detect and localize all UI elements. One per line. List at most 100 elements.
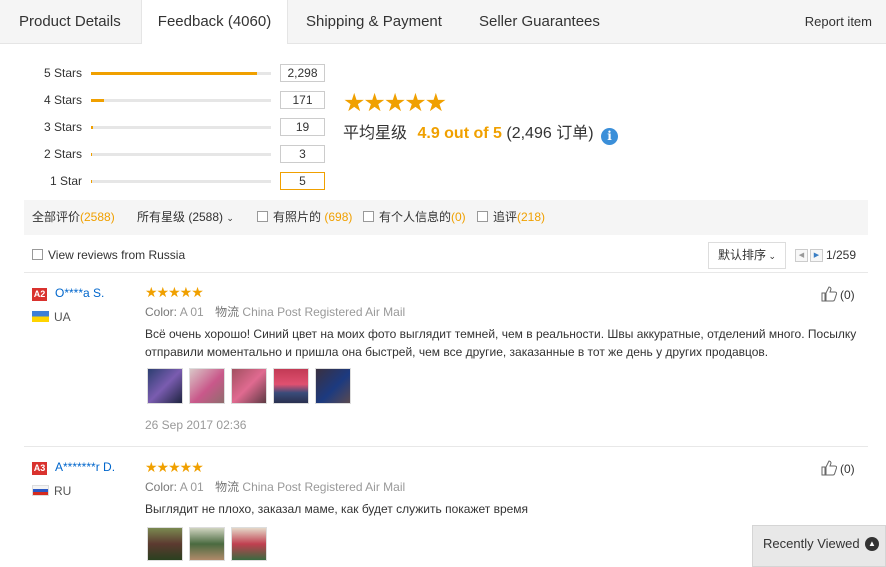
russia-filter[interactable]: View reviews from Russia [32, 247, 185, 263]
rating-summary: 平均星级 4.9 out of 5 (2,496 订单) i [343, 124, 618, 145]
summary-prefix: 平均星级 [343, 125, 408, 142]
filter-photos-count: (698) [324, 210, 353, 224]
chevron-up-icon[interactable]: ▲ [865, 537, 879, 551]
tab-seller-guarantees[interactable]: Seller Guarantees [479, 0, 600, 43]
reviewer-name[interactable]: A*******r D. [55, 459, 115, 475]
logistics-value: China Post Registered Air Mail [242, 480, 406, 494]
histogram-count: 2,298 [280, 64, 325, 82]
divider [24, 446, 868, 447]
review-photo[interactable] [189, 527, 225, 561]
color-label: Color: [145, 305, 178, 319]
sort-select[interactable]: 默认排序 ⌄ [708, 242, 786, 269]
reviewer-country: RU [54, 484, 72, 498]
histogram-bar [91, 180, 271, 183]
review-text: Всё очень хорошо! Синий цвет на моих фот… [145, 327, 857, 359]
chevron-down-icon: ⌄ [226, 213, 234, 223]
review-photo[interactable] [231, 368, 267, 404]
filter-followup[interactable]: 追评(218) [477, 200, 545, 235]
review-photo[interactable] [315, 368, 351, 404]
filter-all[interactable]: 全部评价(2588) [32, 200, 115, 235]
review-photo[interactable] [273, 368, 309, 404]
histogram-bar [91, 153, 271, 156]
helpful-count: (0) [840, 288, 855, 302]
review-photo[interactable] [231, 527, 267, 561]
russia-flag-icon [32, 485, 49, 496]
next-page-icon[interactable]: ▶ [810, 249, 823, 262]
histogram-count: 19 [280, 118, 325, 136]
logistics-label: 物流 [215, 480, 240, 494]
recently-viewed-panel[interactable]: Recently Viewed ▲ [752, 525, 886, 567]
divider [24, 272, 868, 273]
review-text: Выглядит не плохо, заказал маме, как буд… [145, 502, 529, 516]
prev-page-icon[interactable]: ◀ [795, 249, 808, 262]
color-label: Color: [145, 480, 178, 494]
filter-all-count: (2588) [80, 210, 115, 224]
histogram-fill [91, 72, 257, 75]
review-photo[interactable] [147, 368, 183, 404]
histogram-label: 1 Star [49, 174, 82, 188]
reviewer-country: UA [54, 310, 71, 324]
star-filter-label: 所有星级 (2588) [137, 210, 224, 224]
review-stars: ★★★★★ [145, 459, 204, 475]
histogram-bar [91, 99, 271, 102]
filter-personal-label: 有个人信息的 [379, 210, 452, 224]
personal-info-checkbox[interactable] [363, 211, 374, 222]
review-meta: Color: A 01 物流 China Post Registered Air… [145, 304, 405, 320]
report-item-link[interactable]: Report item [805, 0, 872, 43]
buyer-level-badge: A3 [32, 462, 47, 475]
histogram-fill [91, 180, 93, 183]
histogram-fill [91, 153, 93, 156]
filter-personal-info[interactable]: 有个人信息的(0) [363, 200, 466, 235]
histogram-bar [91, 72, 271, 75]
histogram-label: 4 Stars [43, 93, 82, 107]
filter-followup-label: 追评 [493, 210, 518, 224]
color-value: A 01 [179, 305, 204, 319]
color-value: A 01 [179, 480, 204, 494]
filter-followup-count: (218) [517, 210, 546, 224]
page-indicator: 1/259 [826, 248, 857, 262]
tab-shipping-payment[interactable]: Shipping & Payment [306, 0, 442, 43]
reviewer-name[interactable]: O****a S. [55, 285, 104, 301]
filter-photos-label: 有照片的 [273, 210, 322, 224]
filter-photos[interactable]: 有照片的 (698) [257, 200, 352, 235]
review-date: 26 Sep 2017 02:36 [145, 418, 247, 432]
histogram-fill [91, 126, 93, 129]
star-filter-select[interactable]: 所有星级 (2588) ⌄ [137, 200, 234, 236]
info-icon[interactable]: i [600, 128, 618, 145]
helpful-button[interactable]: (0) [821, 286, 855, 303]
histogram-label: 3 Stars [43, 120, 82, 134]
helpful-button[interactable]: (0) [821, 460, 855, 477]
logistics-label: 物流 [215, 305, 240, 319]
histogram-label: 2 Stars [43, 147, 82, 161]
histogram-count: 3 [280, 145, 325, 163]
logistics-value: China Post Registered Air Mail [242, 305, 406, 319]
review-photo[interactable] [147, 527, 183, 561]
chevron-down-icon: ⌄ [765, 251, 777, 261]
filter-personal-count: (0) [451, 210, 466, 224]
buyer-level-badge: A2 [32, 288, 47, 301]
tab-feedback[interactable]: Feedback (4060) [141, 0, 288, 44]
thumbs-up-icon [821, 460, 837, 476]
followup-checkbox[interactable] [477, 211, 488, 222]
russia-checkbox[interactable] [32, 249, 43, 260]
russia-label: View reviews from Russia [48, 248, 186, 262]
histogram-count: 5 [280, 172, 325, 190]
histogram-fill [91, 99, 104, 102]
summary-score: 4.9 out of 5 [417, 125, 502, 142]
sort-label: 默认排序 [717, 248, 766, 262]
review-stars: ★★★★★ [145, 284, 204, 300]
photos-checkbox[interactable] [257, 211, 268, 222]
histogram-label: 5 Stars [43, 66, 82, 80]
helpful-count: (0) [840, 462, 855, 476]
review-photo[interactable] [189, 368, 225, 404]
filter-bar: 全部评价(2588) 所有星级 (2588) ⌄ 有照片的 (698) 有个人信… [24, 200, 868, 235]
ukraine-flag-icon [32, 311, 49, 322]
filter-all-label: 全部评价 [32, 210, 81, 224]
histogram-bar [91, 126, 271, 129]
tab-product-details[interactable]: Product Details [19, 0, 121, 43]
tab-bar: Product Details Feedback (4060) Shipping… [0, 0, 886, 44]
review-meta: Color: A 01 物流 China Post Registered Air… [145, 479, 405, 495]
recently-viewed-label: Recently Viewed [763, 536, 860, 551]
thumbs-up-icon [821, 286, 837, 302]
average-stars: ★★★★★ [343, 89, 447, 117]
